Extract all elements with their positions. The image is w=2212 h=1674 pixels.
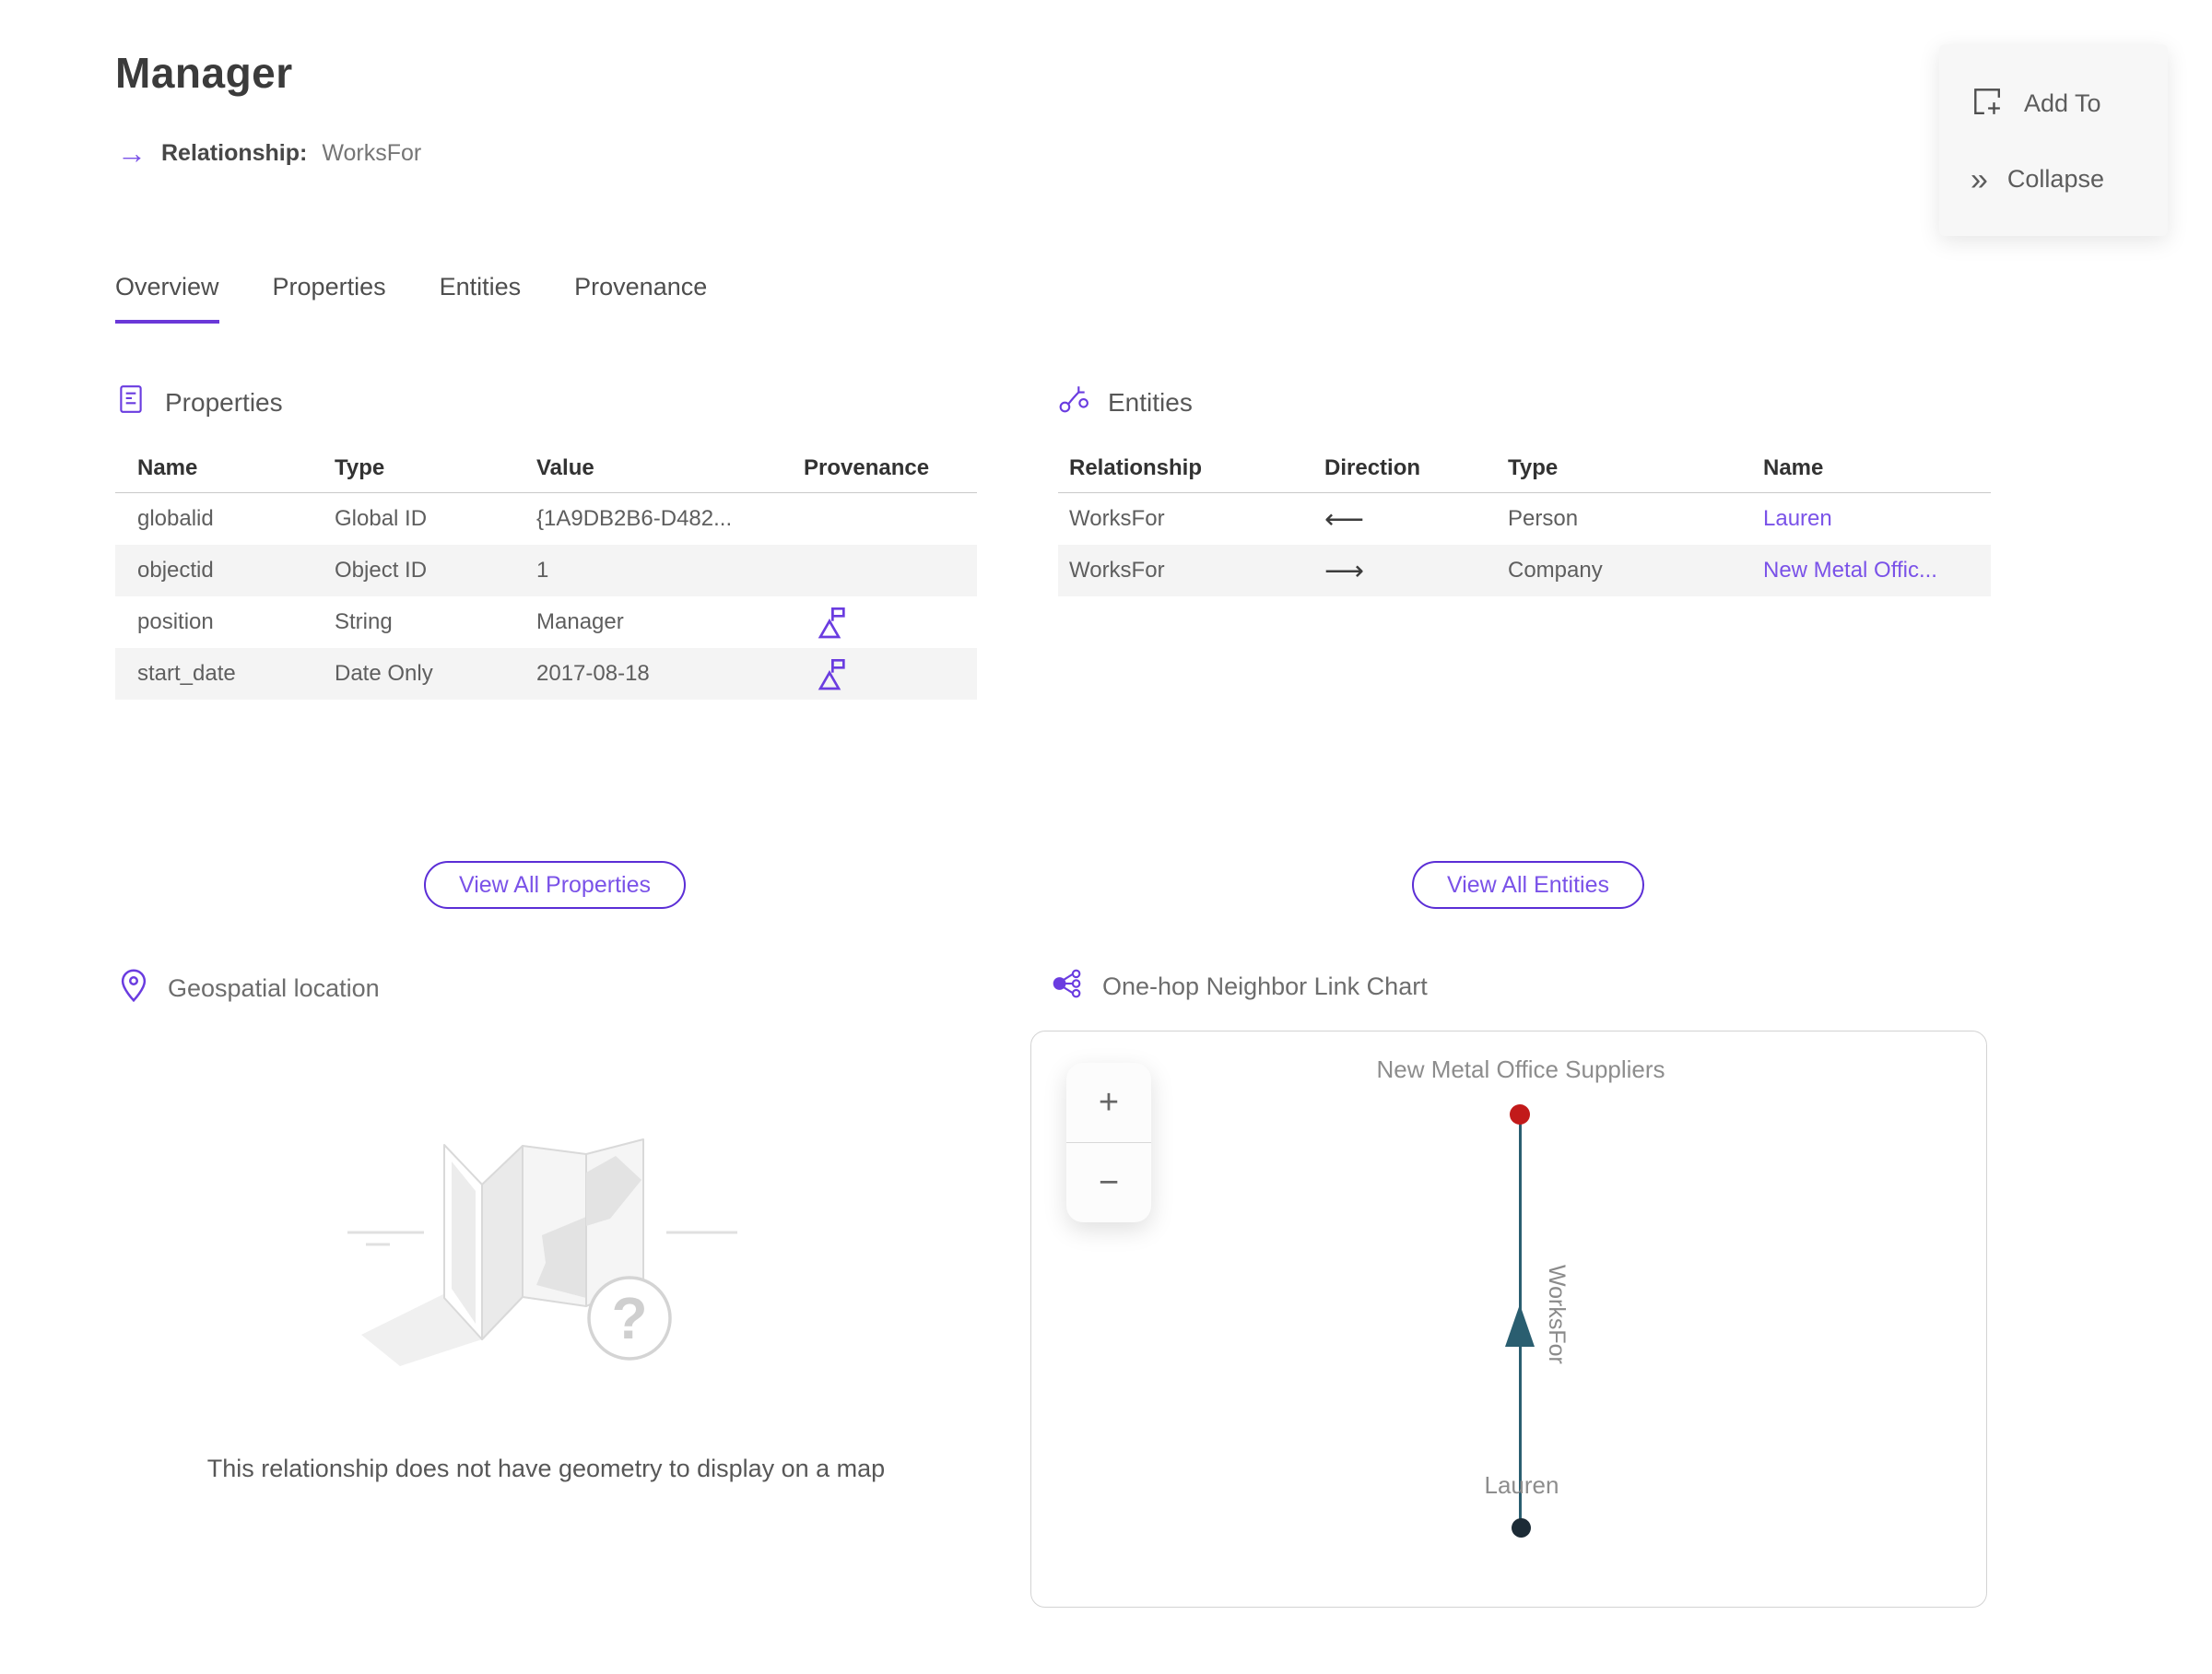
relationship-type-value: WorksFor xyxy=(322,139,422,166)
property-provenance xyxy=(782,604,977,641)
table-row: globalid Global ID {1A9DB2B6-D482... xyxy=(115,493,977,545)
zoom-in-button[interactable]: + xyxy=(1066,1063,1151,1142)
no-geometry-message: This relationship does not have geometry… xyxy=(206,1455,886,1482)
chart-edge-label: WorksFor xyxy=(1544,1265,1570,1364)
view-all-properties-button[interactable]: View All Properties xyxy=(424,861,686,909)
tab-overview[interactable]: Overview xyxy=(115,273,219,324)
column-header: Name xyxy=(137,455,198,480)
property-type: Object ID xyxy=(335,558,428,583)
property-name: position xyxy=(137,609,214,634)
entities-table: Relationship Direction Type Name WorksFo… xyxy=(1058,444,1991,596)
property-value: {1A9DB2B6-D482... xyxy=(536,506,733,531)
table-row: WorksFor ⟶ Company New Metal Offic... xyxy=(1058,545,1991,596)
column-header: Name xyxy=(1763,455,1824,480)
column-header: Type xyxy=(335,455,385,480)
page-title: Manager xyxy=(115,49,293,97)
collapse-icon: » xyxy=(1971,161,1988,197)
table-row: objectid Object ID 1 xyxy=(115,545,977,596)
collapse-label: Collapse xyxy=(2006,165,2104,194)
property-name: start_date xyxy=(137,661,236,686)
geospatial-section-title: Geospatial location xyxy=(168,974,380,1002)
relationship-type-label: Relationship: xyxy=(161,139,308,166)
geospatial-section-header: Geospatial location xyxy=(120,968,380,1009)
entities-section-header: Entities xyxy=(1058,383,1193,421)
add-to-button[interactable]: Add To xyxy=(1971,85,2168,123)
direction-arrow-icon: ⟶ xyxy=(1324,555,1365,586)
chart-edge-arrowhead-icon xyxy=(1505,1304,1535,1347)
entity-relationship: WorksFor xyxy=(1069,558,1165,583)
link-chart-section-header: One-hop Neighbor Link Chart xyxy=(1051,968,1428,1006)
map-pin-icon xyxy=(120,968,147,1009)
zoom-out-button[interactable]: − xyxy=(1066,1142,1151,1222)
tab-bar: Overview Properties Entities Provenance xyxy=(115,273,707,324)
chart-node-label: Lauren xyxy=(1484,1471,1559,1499)
provenance-flag-icon[interactable] xyxy=(815,604,848,641)
column-header: Direction xyxy=(1324,455,1421,480)
chart-node-person[interactable] xyxy=(1512,1518,1531,1538)
column-header: Provenance xyxy=(804,455,930,480)
entities-table-header: Relationship Direction Type Name xyxy=(1058,444,1991,493)
zoom-control: + − xyxy=(1066,1063,1151,1222)
table-row: position String Manager xyxy=(115,596,977,648)
link-chart-section-title: One-hop Neighbor Link Chart xyxy=(1102,973,1428,1000)
property-type: Date Only xyxy=(335,661,433,686)
property-value: 2017-08-18 xyxy=(536,661,650,686)
actions-panel: Add To » Collapse xyxy=(1939,44,2168,236)
collapse-button[interactable]: » Collapse xyxy=(1971,164,2168,195)
relationship-subtitle: → Relationship: WorksFor xyxy=(117,138,421,168)
properties-table-header: Name Type Value Provenance xyxy=(115,444,977,493)
properties-table: Name Type Value Provenance globalid Glob… xyxy=(115,444,977,700)
property-value: 1 xyxy=(536,558,549,583)
view-all-entities-button[interactable]: View All Entities xyxy=(1412,861,1645,909)
map-question-mark: ? xyxy=(611,1285,647,1351)
property-provenance xyxy=(782,655,977,692)
tab-entities[interactable]: Entities xyxy=(440,273,522,324)
entity-name-link[interactable]: Lauren xyxy=(1763,506,1832,531)
entity-relationship: WorksFor xyxy=(1069,506,1165,531)
entity-type: Company xyxy=(1508,558,1603,583)
property-name: globalid xyxy=(137,506,214,531)
properties-icon xyxy=(115,383,147,421)
table-row: WorksFor ⟵ Person Lauren xyxy=(1058,493,1991,545)
tab-provenance[interactable]: Provenance xyxy=(574,273,707,324)
chart-node-label: New Metal Office Suppliers xyxy=(1376,1055,1665,1083)
provenance-flag-icon[interactable] xyxy=(815,655,848,692)
column-header: Value xyxy=(536,455,594,480)
property-value: Manager xyxy=(536,609,624,634)
add-to-icon xyxy=(1971,85,2002,123)
entities-icon xyxy=(1058,383,1089,421)
properties-section-header: Properties xyxy=(115,383,283,421)
chart-node-company[interactable] xyxy=(1510,1104,1530,1125)
map-placeholder-illustration: ? xyxy=(347,1138,737,1366)
property-type: Global ID xyxy=(335,506,428,531)
entity-type: Person xyxy=(1508,506,1579,531)
entity-name-link[interactable]: New Metal Offic... xyxy=(1763,558,1937,583)
relationship-detail-page: Manager → Relationship: WorksFor Add To … xyxy=(0,0,2212,1674)
properties-section-title: Properties xyxy=(165,387,283,417)
tab-properties[interactable]: Properties xyxy=(273,273,386,324)
table-row: start_date Date Only 2017-08-18 xyxy=(115,648,977,700)
direction-arrow-icon: ⟵ xyxy=(1324,503,1365,535)
link-chart-icon xyxy=(1051,968,1082,1006)
add-to-label: Add To xyxy=(2024,89,2101,118)
relationship-arrow-icon: → xyxy=(117,136,147,170)
column-header: Type xyxy=(1508,455,1559,480)
property-name: objectid xyxy=(137,558,214,583)
entities-section-title: Entities xyxy=(1108,387,1193,417)
column-header: Relationship xyxy=(1069,455,1203,480)
property-type: String xyxy=(335,609,393,634)
link-chart-canvas[interactable]: + − WorksFor New Metal Office Suppliers … xyxy=(1030,1031,1987,1608)
